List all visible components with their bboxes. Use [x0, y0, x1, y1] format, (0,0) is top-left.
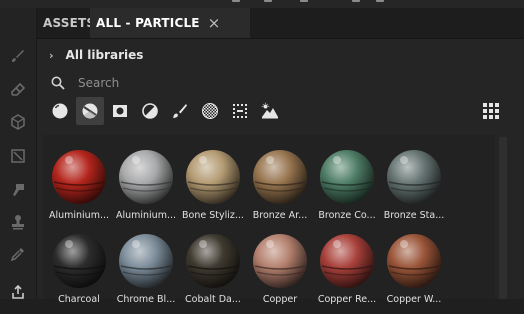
search-row [51, 76, 458, 90]
asset-type-filter-bar [37, 96, 524, 128]
search-icon [51, 76, 65, 90]
grid-icon [483, 103, 499, 119]
asset-grid: Aluminium... Aluminium... Bone Styliz... Br… [43, 135, 495, 305]
close-icon[interactable]: × [208, 14, 221, 32]
material-tile[interactable]: Copper W... [382, 232, 446, 314]
particles-filter[interactable] [226, 97, 254, 125]
grid-view-toggle[interactable] [480, 100, 502, 122]
breadcrumb[interactable]: › All libraries [49, 48, 143, 62]
environments-filter[interactable] [256, 97, 284, 125]
material-preview-sphere [186, 150, 240, 204]
window-top-strip [0, 0, 524, 8]
cube-icon [11, 114, 25, 130]
brush-icon [173, 104, 187, 118]
dotted-grid-icon [233, 104, 247, 118]
top-marker [264, 0, 272, 2]
material-preview-sphere [253, 234, 307, 288]
material-label: Copper [262, 294, 298, 305]
projection-tool[interactable] [8, 112, 28, 132]
smudge-icon [13, 184, 24, 196]
breadcrumb-label: All libraries [65, 48, 144, 62]
stamp-icon [12, 215, 24, 230]
material-tile[interactable]: Charcoal [47, 232, 111, 314]
polygon-fill-icon [11, 149, 25, 163]
material-label: Aluminium... [115, 210, 177, 221]
material-tile[interactable]: Cobalt Da... [181, 232, 245, 314]
material-label: Bronze Co... [318, 210, 376, 221]
eraser-icon [11, 82, 26, 96]
material-preview-sphere [119, 150, 173, 204]
tool-sidebar [0, 8, 37, 299]
materials-filter[interactable] [76, 97, 104, 125]
polygon-fill-tool[interactable] [8, 146, 28, 166]
material-preview-sphere [253, 150, 307, 204]
checker-circle-icon [202, 103, 218, 119]
material-label: Bone Styliz... [182, 210, 244, 221]
export-icon [12, 284, 24, 299]
material-label: Bronze Ar... [252, 210, 308, 221]
material-preview-sphere [320, 150, 374, 204]
material-label: Copper Re... [317, 294, 377, 305]
smart-materials-filter[interactable] [46, 97, 74, 125]
chevron-right-icon[interactable]: › [49, 49, 54, 62]
top-marker [232, 0, 240, 2]
material-label: Cobalt Da... [185, 294, 241, 305]
material-tile[interactable]: Bronze Sta... [382, 148, 446, 230]
assets-panel: ASSETS ALL - PARTICLE × › All libraries [37, 8, 524, 305]
top-marker [300, 0, 308, 2]
eraser-tool[interactable] [8, 80, 28, 100]
material-tile[interactable]: Copper [248, 232, 312, 314]
paint-brush-icon [12, 50, 24, 62]
material-preview-sphere [119, 234, 173, 288]
material-label: Charcoal [58, 294, 100, 305]
paint-brush-tool[interactable] [8, 46, 28, 66]
textures-filter[interactable] [196, 97, 224, 125]
material-preview-sphere [387, 234, 441, 288]
panel-tab-bar: ASSETS ALL - PARTICLE × [37, 8, 524, 39]
material-preview-sphere [387, 150, 441, 204]
export-tool[interactable] [8, 282, 28, 302]
top-marker [376, 0, 384, 2]
sphere-filled-icon [52, 103, 68, 119]
brushes-filter[interactable] [166, 97, 194, 125]
filters-filter[interactable] [136, 97, 164, 125]
tab-assets-label: ASSETS [43, 16, 96, 30]
material-tile[interactable]: Aluminium... [114, 148, 178, 230]
material-preview-sphere [320, 234, 374, 288]
material-tile[interactable]: Chrome Bl... [114, 232, 178, 314]
material-preview-sphere [186, 234, 240, 288]
sphere-split-icon [82, 103, 98, 119]
material-tile[interactable]: Copper Re... [315, 232, 379, 314]
smudge-tool[interactable] [8, 180, 28, 200]
material-tile[interactable]: Bone Styliz... [181, 148, 245, 230]
asset-grid-scrollbar[interactable] [499, 137, 507, 299]
color-picker-tool[interactable] [8, 244, 28, 264]
top-marker [352, 0, 360, 2]
landscape-icon [261, 102, 278, 119]
tab-assets[interactable]: ASSETS [43, 8, 95, 38]
square-mask-icon [113, 105, 127, 117]
smart-masks-filter[interactable] [106, 97, 134, 125]
material-label: Copper W... [386, 294, 442, 305]
search-input[interactable] [78, 76, 458, 90]
material-tile[interactable]: Aluminium... [47, 148, 111, 230]
material-label: Chrome Bl... [116, 294, 176, 305]
material-preview-sphere [52, 234, 106, 288]
clone-tool[interactable] [8, 212, 28, 232]
material-label: Aluminium... [48, 210, 110, 221]
material-label: Bronze Sta... [383, 210, 445, 221]
tab-all-particle[interactable]: ALL - PARTICLE × [90, 8, 250, 38]
half-circle-icon [142, 103, 158, 119]
material-tile[interactable]: Bronze Co... [315, 148, 379, 230]
material-tile[interactable]: Bronze Ar... [248, 148, 312, 230]
eyedropper-icon [10, 248, 24, 262]
material-preview-sphere [52, 150, 106, 204]
tab-all-particle-label: ALL - PARTICLE [96, 16, 200, 30]
